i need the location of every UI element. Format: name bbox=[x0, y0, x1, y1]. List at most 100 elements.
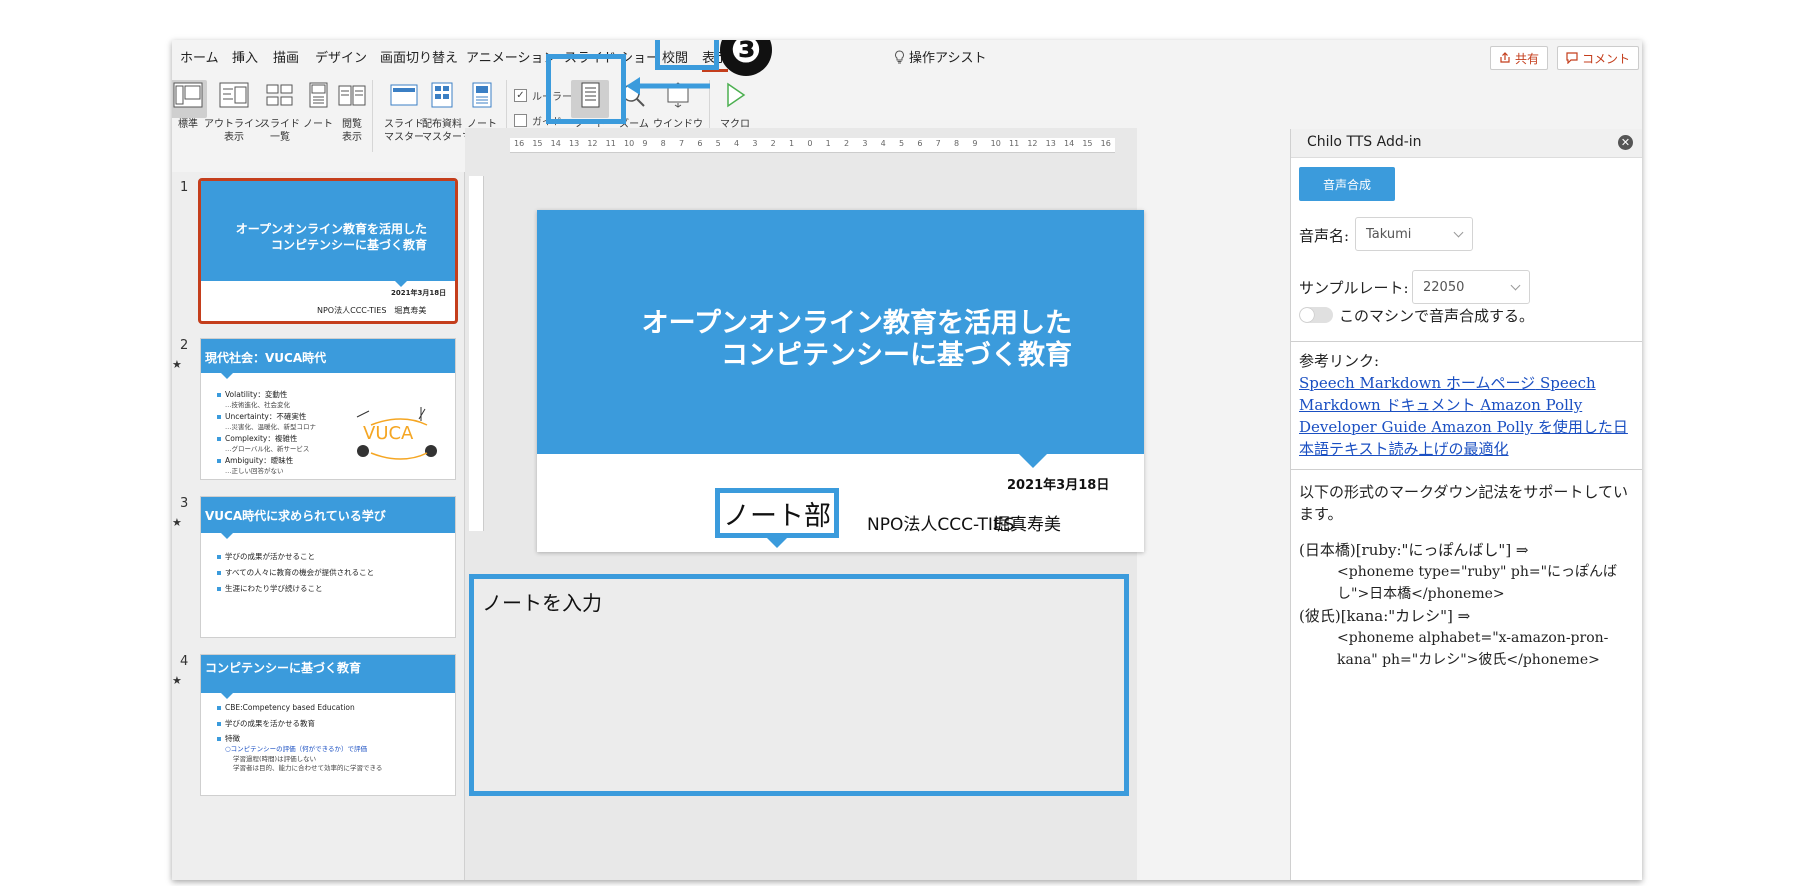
addin-title: Chilo TTS Add-in bbox=[1307, 134, 1422, 150]
ribbon-separator bbox=[372, 80, 373, 152]
arrow-left-icon bbox=[626, 77, 710, 95]
thumb-title: オープンオンライン教育を活用した コンピテンシーに基づく教育 bbox=[235, 222, 427, 252]
thumb-title: 現代社会：VUCA時代 bbox=[205, 351, 327, 365]
comment-button[interactable]: コメント bbox=[1557, 46, 1640, 70]
ruler-tick: 15 bbox=[532, 139, 543, 148]
slide-author[interactable]: 堀真寿美 bbox=[993, 510, 1061, 535]
slide-thumbnail-2[interactable]: 現代社会：VUCA時代 Volatility：変動性 …技術進化、社会変化 Un… bbox=[200, 338, 456, 480]
ruler-tick: 5 bbox=[899, 139, 905, 148]
ruler-tick: 14 bbox=[550, 139, 561, 148]
thumb-title: VUCA時代に求められている学び bbox=[205, 509, 386, 523]
ruler-tick: 16 bbox=[514, 139, 525, 148]
slide-title[interactable]: オープンオンライン教育を活用した コンピテンシーに基づく教育 bbox=[642, 308, 1072, 372]
ruler-tick: 12 bbox=[587, 139, 598, 148]
current-slide[interactable]: オープンオンライン教育を活用した コンピテンシーに基づく教育 2021年3月18… bbox=[537, 210, 1144, 552]
reading-view-button[interactable]: 閲覧 表示 bbox=[322, 80, 382, 144]
ruler-tick: 4 bbox=[734, 139, 740, 148]
vuca-logo: VUCA bbox=[363, 423, 414, 444]
menu-bar: ホーム 挿入 描画 デザイン 画面切り替え アニメーション スライド ショー 校… bbox=[172, 40, 1642, 72]
ruler-tick: 16 bbox=[1100, 139, 1111, 148]
voice-select[interactable]: Takumi bbox=[1355, 217, 1473, 251]
chevron-down-icon bbox=[1510, 280, 1521, 291]
ruler-tick: 1 bbox=[789, 139, 795, 148]
ruler-tick: 11 bbox=[605, 139, 616, 148]
ruler-tick: 9 bbox=[642, 139, 648, 148]
links-label: 参考リンク: bbox=[1299, 352, 1380, 370]
tell-me-assist[interactable]: 操作アシスト bbox=[894, 47, 986, 66]
ruler-tick: 3 bbox=[752, 139, 758, 148]
markdown-examples: (日本橋)[ruby:"にっぽんばし"] ⇒ <phoneme type="ru… bbox=[1299, 541, 1618, 668]
slide-date[interactable]: 2021年3月18日 bbox=[1007, 474, 1109, 493]
sample-rate-select[interactable]: 22050 bbox=[1412, 270, 1530, 304]
tab-home[interactable]: ホーム bbox=[180, 47, 219, 66]
comment-label: コメント bbox=[1582, 51, 1631, 66]
comment-icon bbox=[1566, 52, 1578, 64]
notes-callout-label: ノート部 bbox=[715, 488, 839, 538]
normal-view-label: 標準 bbox=[178, 119, 198, 130]
notes-pane[interactable]: ノートを入力 bbox=[469, 574, 1129, 796]
slide-thumbnail-4[interactable]: コンピテンシーに基づく教育 CBE:Competency based Educa… bbox=[200, 654, 456, 796]
star-icon: ★ bbox=[172, 516, 182, 529]
macro-button[interactable]: マクロ bbox=[705, 80, 765, 131]
voice-label: 音声名: bbox=[1299, 227, 1350, 245]
ruler-tick: 12 bbox=[1027, 139, 1038, 148]
share-button[interactable]: 共有 bbox=[1490, 46, 1549, 70]
slide-editor: 16 15 14 13 12 11 10 9 8 7 6 5 4 3 2 1 0 1 2 3 4 5 6 7 8 9 10 11 12 1… bbox=[465, 128, 1144, 880]
ruler-tick: 13 bbox=[569, 139, 580, 148]
ruler-tick: 6 bbox=[697, 139, 703, 148]
slide-thumbnail-3[interactable]: VUCA時代に求められている学び 学びの成果が活かせること すべての人々に教育の… bbox=[200, 496, 456, 638]
share-icon bbox=[1500, 52, 1510, 63]
thumb-date: 2021年3月18日 bbox=[391, 289, 447, 297]
reading-view-label: 閲覧 表示 bbox=[342, 119, 362, 143]
slide-thumbnails-pane: 1 オープンオンライン教育を活用した コンピテンシーに基づく教育 2021年3月… bbox=[172, 172, 465, 880]
slide-number: 3 bbox=[180, 496, 189, 511]
ruler-tick: 1 bbox=[825, 139, 831, 148]
synthesize-button[interactable]: 音声合成 bbox=[1299, 167, 1395, 201]
ruler-tick: 13 bbox=[1045, 139, 1056, 148]
ruler-tick: 5 bbox=[715, 139, 721, 148]
slide-number: 4 bbox=[180, 654, 189, 669]
tab-insert[interactable]: 挿入 bbox=[232, 47, 258, 66]
slide-number: 1 bbox=[180, 180, 189, 195]
star-icon: ★ bbox=[172, 674, 182, 687]
thumb-org: NPO法人CCC-TIES 堀真寿美 bbox=[317, 306, 427, 315]
horizontal-ruler[interactable]: 16 15 14 13 12 11 10 9 8 7 6 5 4 3 2 1 0 1 2 3 4 5 6 7 8 9 10 11 12 1… bbox=[510, 138, 1115, 153]
ruler-tick: 10 bbox=[624, 139, 635, 148]
close-icon[interactable]: ✕ bbox=[1618, 135, 1633, 150]
sample-rate-label: サンプルレート: bbox=[1299, 279, 1409, 297]
link-speech-markdown-home[interactable]: Speech Markdown ホームページ bbox=[1299, 374, 1535, 392]
ruler-tick: 2 bbox=[844, 139, 850, 148]
ruler-tick: 11 bbox=[1009, 139, 1020, 148]
toggle-label: このマシンで音声合成する。 bbox=[1339, 307, 1535, 325]
chevron-down-icon bbox=[1453, 227, 1464, 238]
tab-animations[interactable]: アニメーション bbox=[466, 47, 556, 66]
tab-design[interactable]: デザイン bbox=[315, 47, 367, 66]
ruler-tick: 8 bbox=[954, 139, 960, 148]
slide-thumbnail-1[interactable]: オープンオンライン教育を活用した コンピテンシーに基づく教育 2021年3月18… bbox=[198, 178, 458, 324]
tts-addin-pane: Chilo TTS Add-in ✕ 音声合成 音声名: Takumi サンプル… bbox=[1290, 129, 1642, 880]
notes-placeholder: ノートを入力 bbox=[482, 591, 602, 615]
reading-view-icon bbox=[338, 85, 366, 106]
checkmark-icon: ✓ bbox=[514, 89, 527, 102]
star-icon: ★ bbox=[172, 358, 182, 371]
notes-master-icon bbox=[472, 82, 492, 108]
assist-label: 操作アシスト bbox=[909, 51, 987, 66]
tab-transitions[interactable]: 画面切り替え bbox=[380, 47, 458, 66]
normal-view-icon bbox=[173, 82, 203, 108]
play-macro-icon bbox=[727, 82, 746, 108]
support-text: 以下の形式のマークダウン記法をサポートしています。 bbox=[1299, 483, 1628, 523]
thumb-title: コンピテンシーに基づく教育 bbox=[205, 661, 362, 675]
tab-draw[interactable]: 描画 bbox=[273, 47, 299, 66]
powerpoint-window: ホーム 挿入 描画 デザイン 画面切り替え アニメーション スライド ショー 校… bbox=[172, 40, 1642, 880]
ruler-tick: 3 bbox=[862, 139, 868, 148]
view-tab-highlight bbox=[655, 40, 719, 70]
vertical-ruler[interactable] bbox=[469, 176, 484, 531]
local-synthesis-toggle[interactable] bbox=[1299, 307, 1333, 323]
ruler-tick: 7 bbox=[679, 139, 685, 148]
ruler-tick: 4 bbox=[880, 139, 886, 148]
ruler-tick: 15 bbox=[1082, 139, 1093, 148]
reference-links: Speech Markdown ホームページ Speech Markdown ド… bbox=[1299, 372, 1635, 460]
ruler-tick: 0 bbox=[807, 139, 813, 148]
ruler-tick: 10 bbox=[990, 139, 1001, 148]
ruler-tick: 14 bbox=[1064, 139, 1075, 148]
